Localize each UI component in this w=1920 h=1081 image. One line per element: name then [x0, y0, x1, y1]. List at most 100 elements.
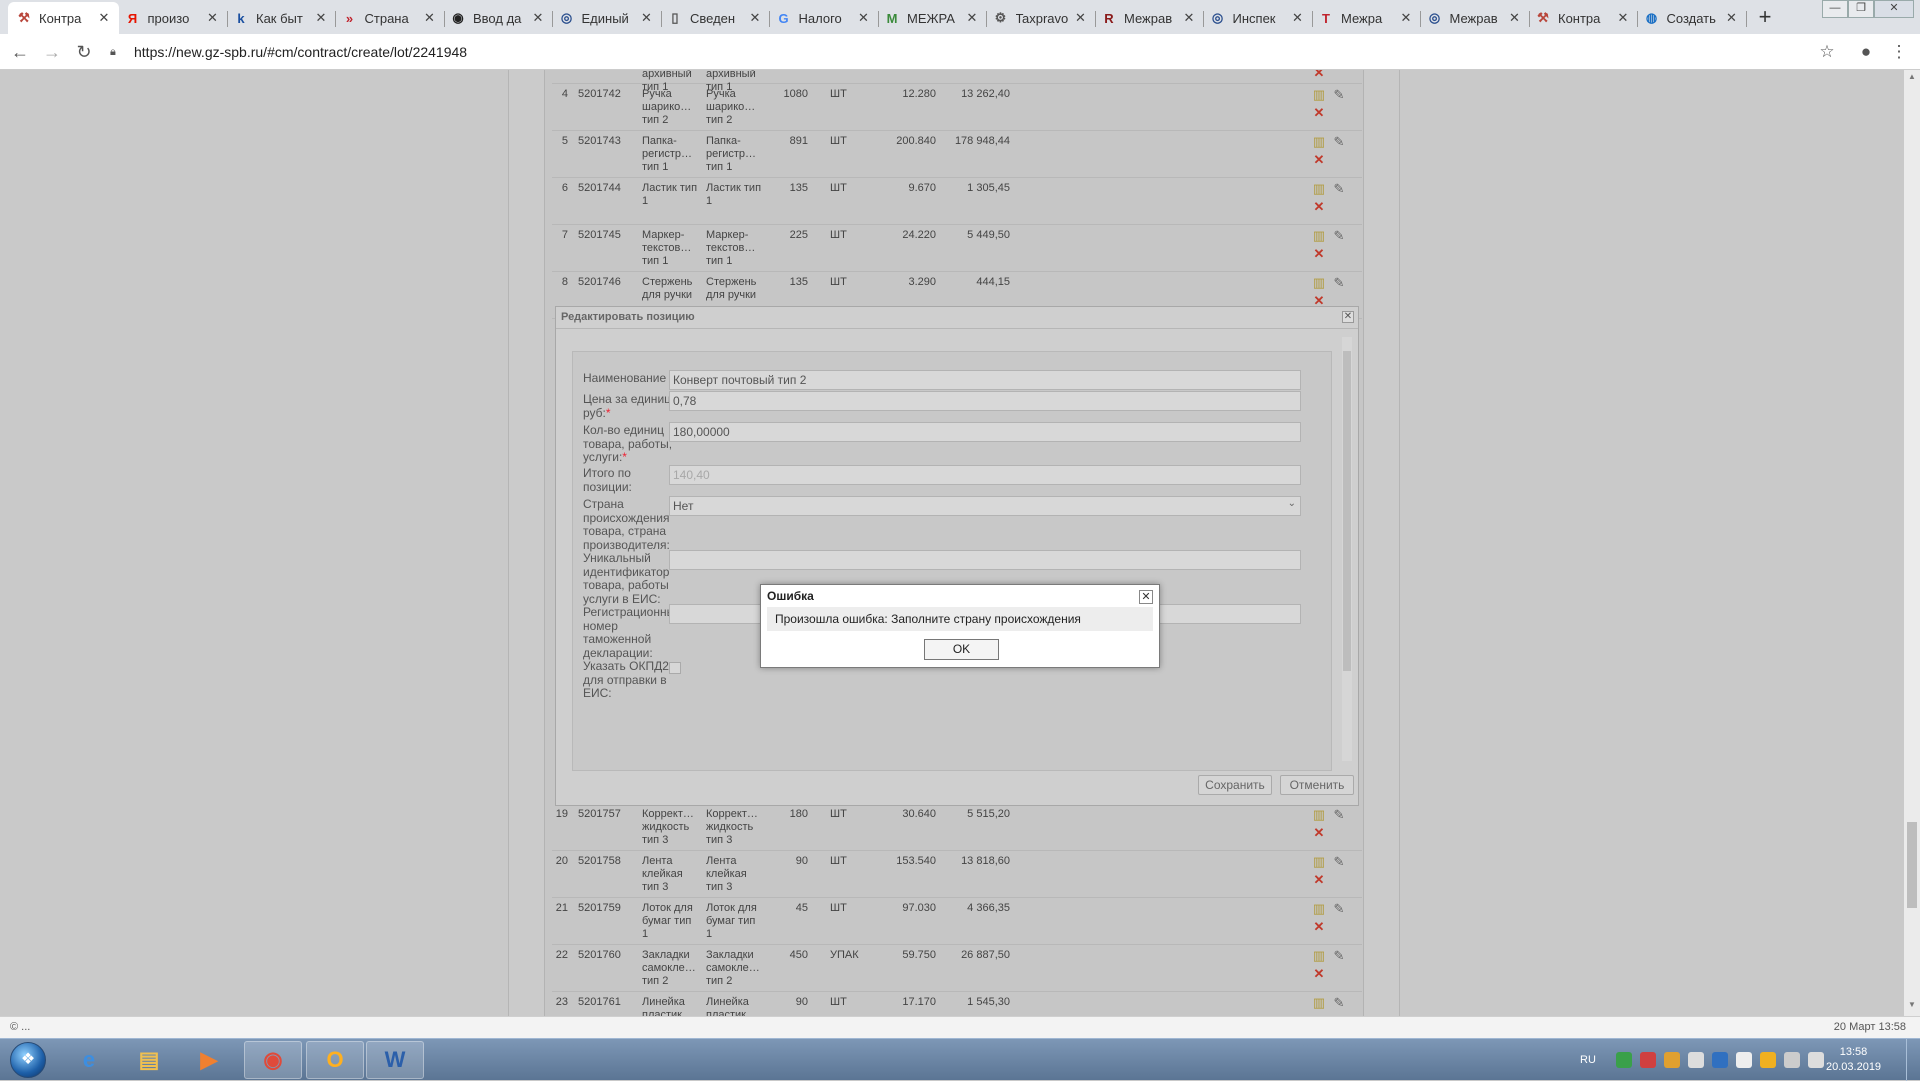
close-icon[interactable]: ✕	[1616, 10, 1630, 26]
close-icon[interactable]: ✕	[314, 10, 328, 26]
volume-icon[interactable]	[1807, 1052, 1824, 1068]
system-clock[interactable]: 13:58 20.03.2019	[1826, 1045, 1881, 1075]
page-scrollbar[interactable]: ▲ ▼	[1904, 70, 1920, 1016]
pencil-icon[interactable]: ✎	[1332, 808, 1346, 822]
start-button[interactable]: ❖	[4, 1041, 52, 1079]
printer-icon[interactable]	[1687, 1052, 1704, 1068]
outlook-icon[interactable]: O	[306, 1041, 364, 1079]
minimize-button[interactable]: —	[1822, 0, 1848, 18]
close-icon[interactable]: ✕	[423, 10, 437, 26]
close-icon[interactable]: ✕	[531, 10, 545, 26]
close-icon[interactable]: ✕	[857, 10, 871, 26]
tab-7[interactable]: G Налого ✕	[768, 2, 879, 34]
close-icon[interactable]: ✕	[640, 10, 654, 26]
pencil-icon[interactable]: ✎	[1332, 276, 1346, 290]
edit-spec-icon[interactable]: ▥	[1312, 229, 1326, 243]
shield-icon[interactable]	[1615, 1052, 1632, 1068]
scrollbar-thumb[interactable]	[1343, 351, 1351, 671]
ok-button[interactable]: OK	[924, 639, 999, 660]
tab-11[interactable]: ◎ Инспек ✕	[1202, 2, 1313, 34]
table-row[interactable]: 5 5201743 Папка-регистр… тип 1 Папка-регист…	[552, 131, 1362, 178]
table-row[interactable]: архивный тип 1 архивный тип 1 ✕	[552, 70, 1362, 93]
delete-icon[interactable]: ✕	[1312, 106, 1326, 120]
close-icon[interactable]: ✕	[1139, 590, 1153, 604]
restore-button[interactable]: ❐	[1848, 0, 1874, 18]
pencil-icon[interactable]: ✎	[1332, 996, 1346, 1010]
chevron-down-icon[interactable]: ⌄	[1288, 498, 1296, 509]
table-row[interactable]: 21 5201759 Лоток для бумаг тип 1 Лоток для …	[552, 898, 1362, 945]
okpd-checkbox[interactable]	[669, 662, 681, 674]
edit-dialog-scrollbar[interactable]	[1342, 337, 1352, 761]
chrome-icon[interactable]: ◉	[244, 1041, 302, 1079]
address-bar[interactable]: 🔒︎ https://new.gz-spb.ru/#cm/contract/cr…	[110, 38, 1810, 66]
cloud-icon[interactable]	[1663, 1052, 1680, 1068]
back-icon[interactable]: ←	[8, 40, 32, 64]
close-icon[interactable]: ✕	[1291, 10, 1305, 26]
close-window-button[interactable]: ✕	[1874, 0, 1914, 18]
uid-input[interactable]	[669, 550, 1301, 570]
tab-9[interactable]: ⚙ Taxpravo ✕	[985, 2, 1096, 34]
cancel-button[interactable]: Отменить	[1280, 775, 1354, 795]
table-row[interactable]: 6 5201744 Ластик тип 1 Ластик тип 1 135 ШТ 9.6…	[552, 178, 1362, 225]
quantity-input[interactable]: 180,00000	[669, 422, 1301, 442]
pencil-icon[interactable]: ✎	[1332, 88, 1346, 102]
edit-spec-icon[interactable]: ▥	[1312, 855, 1326, 869]
bookmark-star-icon[interactable]: ☆	[1816, 42, 1838, 62]
explorer-icon[interactable]: ▤	[120, 1041, 178, 1079]
pencil-icon[interactable]: ✎	[1332, 135, 1346, 149]
table-row[interactable]: 4 5201742 Ручка шарико… тип 2 Ручка шарико……	[552, 84, 1362, 131]
name-input[interactable]: Конверт почтовый тип 2	[669, 370, 1301, 390]
tab-4[interactable]: ◉ Ввод да ✕	[442, 2, 553, 34]
tab-1[interactable]: Япроизо ✕	[117, 2, 228, 34]
forward-icon[interactable]: →	[40, 40, 64, 64]
edit-spec-icon[interactable]: ▥	[1312, 135, 1326, 149]
monitor-icon[interactable]	[1783, 1052, 1800, 1068]
tab-15[interactable]: ◍ Создать ✕	[1636, 2, 1747, 34]
save-button[interactable]: Сохранить	[1198, 775, 1272, 795]
edit-spec-icon[interactable]: ▥	[1312, 949, 1326, 963]
language-indicator[interactable]: RU	[1580, 1054, 1596, 1066]
close-icon[interactable]: ✕	[1725, 10, 1739, 26]
ie-icon[interactable]: e	[60, 1041, 118, 1079]
delete-icon[interactable]: ✕	[1312, 247, 1326, 261]
delete-icon[interactable]: ✕	[1312, 873, 1326, 887]
flag-icon[interactable]	[1735, 1052, 1752, 1068]
close-icon[interactable]: ✕	[748, 10, 762, 26]
close-icon[interactable]: ✕	[206, 10, 220, 26]
tab-2[interactable]: k Как быт ✕	[225, 2, 336, 34]
menu-icon[interactable]: ⋮	[1888, 42, 1910, 62]
scroll-down-icon[interactable]: ▼	[1904, 1000, 1920, 1014]
close-icon[interactable]: ✕	[1399, 10, 1413, 26]
country-select[interactable]: Нет ⌄	[669, 496, 1301, 516]
tab-10[interactable]: R Межрав ✕	[1093, 2, 1204, 34]
tab-6[interactable]: ▯ Сведен ✕	[659, 2, 770, 34]
media-player-icon[interactable]: ▶	[180, 1041, 238, 1079]
close-icon[interactable]: ✕	[97, 10, 111, 26]
close-icon[interactable]: ✕	[1342, 311, 1354, 323]
tab-8[interactable]: M МЕЖРА ✕	[876, 2, 987, 34]
edit-spec-icon[interactable]: ▥	[1312, 276, 1326, 290]
tab-12[interactable]: T Межра ✕	[1310, 2, 1421, 34]
edit-spec-icon[interactable]: ▥	[1312, 902, 1326, 916]
edit-spec-icon[interactable]: ▥	[1312, 88, 1326, 102]
delete-icon[interactable]: ✕	[1312, 967, 1326, 981]
delete-icon[interactable]: ✕	[1312, 200, 1326, 214]
page-scrollbar-thumb[interactable]	[1907, 822, 1917, 908]
edit-spec-icon[interactable]: ▥	[1312, 996, 1326, 1010]
table-row[interactable]: 7 5201745 Маркер-текстов… тип 1 Маркер-текс…	[552, 225, 1362, 272]
close-icon[interactable]: ✕	[1182, 10, 1196, 26]
pencil-icon[interactable]: ✎	[1332, 902, 1346, 916]
reload-icon[interactable]: ↻	[72, 40, 96, 64]
edit-spec-icon[interactable]: ▥	[1312, 182, 1326, 196]
price-input[interactable]: 0,78	[669, 391, 1301, 411]
antivirus-icon[interactable]	[1639, 1052, 1656, 1068]
pencil-icon[interactable]: ✎	[1332, 229, 1346, 243]
new-tab-button[interactable]: +	[1751, 4, 1779, 32]
outlook-tray-icon[interactable]	[1759, 1052, 1776, 1068]
network-share-icon[interactable]	[1711, 1052, 1728, 1068]
pencil-icon[interactable]: ✎	[1332, 949, 1346, 963]
edit-spec-icon[interactable]: ▥	[1312, 808, 1326, 822]
tab-14[interactable]: ⚒ Контра ✕	[1527, 2, 1638, 34]
delete-icon[interactable]: ✕	[1312, 920, 1326, 934]
tab-0[interactable]: ⚒ Контра ✕	[8, 2, 119, 34]
